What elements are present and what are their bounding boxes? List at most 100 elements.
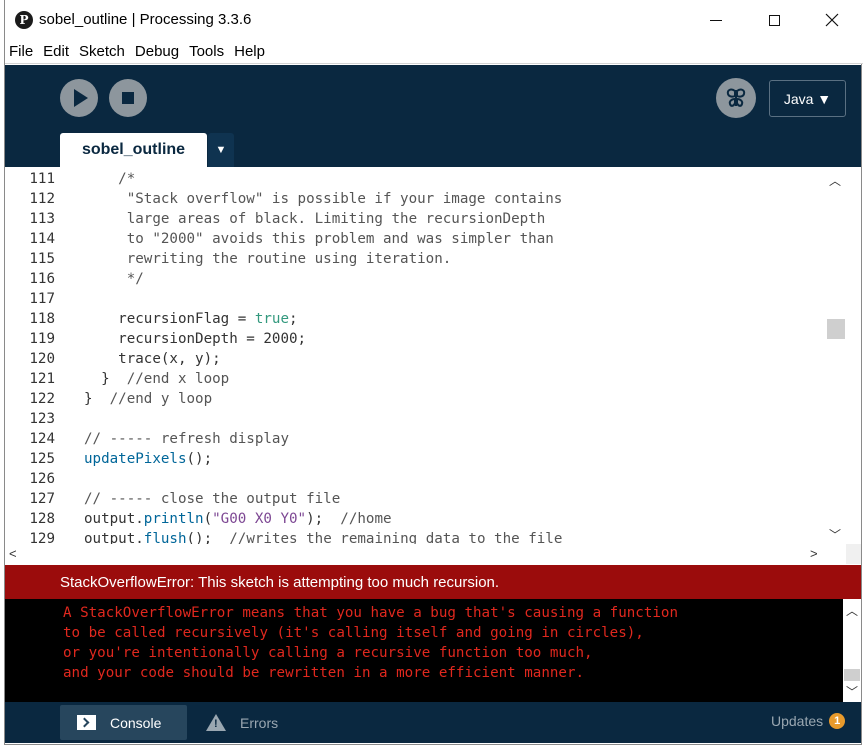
code-text: // ----- refresh display <box>84 431 289 447</box>
run-button[interactable] <box>60 79 98 117</box>
console-line: to be called recursively (it's calling i… <box>63 625 644 641</box>
processing-logo-icon: P <box>15 11 33 29</box>
editor-vertical-scrollbar[interactable]: ︿ ﹀ <box>826 169 846 543</box>
console-line: and your code should be rewritten in a m… <box>63 665 585 681</box>
line-number: 121 <box>29 371 55 387</box>
editor-horizontal-scrollbar[interactable]: < > <box>5 544 861 564</box>
sketch-tabs: sobel_outline ▼ <box>5 133 861 167</box>
code-text: trace(x, y); <box>84 351 221 367</box>
code-editor[interactable]: 111 /* 112 "Stack overflow" is possible i… <box>5 167 861 544</box>
scroll-up-icon[interactable]: ︿ <box>829 172 841 189</box>
console-scrollbar[interactable]: ︿ ﹀ <box>843 599 861 702</box>
code-text: output.flush(); //writes the remaining d… <box>84 531 563 544</box>
close-icon <box>825 13 839 27</box>
code-line[interactable]: 118 recursionFlag = true; <box>5 311 825 331</box>
scroll-right-icon[interactable]: > <box>810 546 818 561</box>
tab-sobel-outline[interactable]: sobel_outline <box>60 133 207 167</box>
line-number: 125 <box>29 451 55 467</box>
scroll-down-icon[interactable]: ﹀ <box>846 683 858 700</box>
line-number: 114 <box>29 231 55 247</box>
line-number: 118 <box>29 311 55 327</box>
line-number: 128 <box>29 511 55 527</box>
errors-tab-label: Errors <box>240 714 279 731</box>
line-number: 115 <box>29 251 55 267</box>
code-text: recursionFlag = true; <box>84 311 298 327</box>
code-text: rewriting the routine using iteration. <box>84 251 452 267</box>
line-number: 126 <box>29 471 55 487</box>
mode-selector[interactable]: Java ▼ <box>769 80 846 117</box>
console-scroll-thumb[interactable] <box>844 669 860 681</box>
code-text: output.println("G00 X0 Y0"); //home <box>84 511 392 527</box>
processing-window: P sobel_outline | Processing 3.3.6 File … <box>4 0 863 745</box>
console-line: A StackOverflowError means that you have… <box>63 605 678 621</box>
menu-help[interactable]: Help <box>233 43 266 60</box>
line-number: 127 <box>29 491 55 507</box>
code-line[interactable]: 119 recursionDepth = 2000; <box>5 331 825 351</box>
warning-icon: ! <box>206 714 226 731</box>
code-line[interactable]: 115 rewriting the routine using iteratio… <box>5 251 825 271</box>
line-number: 111 <box>29 171 55 187</box>
minimize-button[interactable] <box>687 0 745 40</box>
updates-button[interactable]: Updates 1 <box>771 713 846 729</box>
code-line[interactable]: 112 "Stack overflow" is possible if your… <box>5 191 825 211</box>
code-line[interactable]: 122 } //end y loop <box>5 391 825 411</box>
scroll-left-icon[interactable]: < <box>9 546 17 561</box>
debug-butterfly-icon <box>726 88 746 107</box>
line-number: 116 <box>29 271 55 287</box>
console-tab-label: Console <box>110 714 162 731</box>
footer-bar: Console ! Errors Updates 1 <box>5 702 861 743</box>
code-line[interactable]: 125 updatePixels(); <box>5 451 825 471</box>
toolbar: Java ▼ <box>5 65 861 133</box>
maximize-icon <box>768 14 780 26</box>
code-line[interactable]: 121 } //end x loop <box>5 371 825 391</box>
scroll-down-icon[interactable]: ﹀ <box>829 526 841 543</box>
updates-count-badge: 1 <box>829 713 846 729</box>
code-line[interactable]: 124 // ----- refresh display <box>5 431 825 451</box>
menu-tools[interactable]: Tools <box>188 43 225 60</box>
code-line[interactable]: 120 trace(x, y); <box>5 351 825 371</box>
errors-tab[interactable]: ! Errors <box>201 705 301 740</box>
stop-icon <box>122 92 134 104</box>
maximize-button[interactable] <box>745 0 803 40</box>
code-line[interactable]: 111 /* <box>5 171 825 191</box>
console-tab[interactable]: Console <box>60 705 187 740</box>
code-text: */ <box>84 271 144 287</box>
scroll-up-icon[interactable]: ︿ <box>846 602 858 619</box>
console-icon <box>77 715 96 730</box>
code-line[interactable]: 123 <box>5 411 825 431</box>
code-line[interactable]: 113 large areas of black. Limiting the r… <box>5 211 825 231</box>
code-text: // ----- close the output file <box>84 491 341 507</box>
code-line[interactable]: 129 output.flush(); //writes the remainin… <box>5 531 825 544</box>
line-number: 112 <box>29 191 55 207</box>
tab-menu-button[interactable]: ▼ <box>208 133 234 167</box>
code-line[interactable]: 116 */ <box>5 271 825 291</box>
line-number: 122 <box>29 391 55 407</box>
code-text: large areas of black. Limiting the recur… <box>84 211 546 227</box>
close-button[interactable] <box>803 0 861 40</box>
menu-bar: File Edit Sketch Debug Tools Help <box>5 40 863 64</box>
line-number: 119 <box>29 331 55 347</box>
line-number: 123 <box>29 411 55 427</box>
code-lines[interactable]: 111 /* 112 "Stack overflow" is possible i… <box>5 171 825 544</box>
debug-button[interactable] <box>716 78 756 118</box>
line-number: 113 <box>29 211 55 227</box>
menu-file[interactable]: File <box>8 43 34 60</box>
menu-debug[interactable]: Debug <box>134 43 180 60</box>
code-text: } //end y loop <box>84 391 213 407</box>
code-text: updatePixels(); <box>84 451 213 467</box>
console-line: or you're intentionally calling a recurs… <box>63 645 593 661</box>
line-number: 124 <box>29 431 55 447</box>
console-output[interactable]: A StackOverflowError means that you have… <box>5 599 861 702</box>
code-line[interactable]: 127 // ----- close the output file <box>5 491 825 511</box>
updates-label: Updates <box>771 713 824 729</box>
code-line[interactable]: 126 <box>5 471 825 491</box>
code-line[interactable]: 128 output.println("G00 X0 Y0"); //home <box>5 511 825 531</box>
menu-edit[interactable]: Edit <box>42 43 70 60</box>
line-number: 129 <box>29 531 55 544</box>
title-bar: P sobel_outline | Processing 3.3.6 <box>5 0 863 40</box>
menu-sketch[interactable]: Sketch <box>78 43 126 60</box>
code-line[interactable]: 114 to "2000" avoids this problem and wa… <box>5 231 825 251</box>
editor-scroll-thumb[interactable] <box>827 319 845 339</box>
stop-button[interactable] <box>109 79 147 117</box>
code-line[interactable]: 117 <box>5 291 825 311</box>
